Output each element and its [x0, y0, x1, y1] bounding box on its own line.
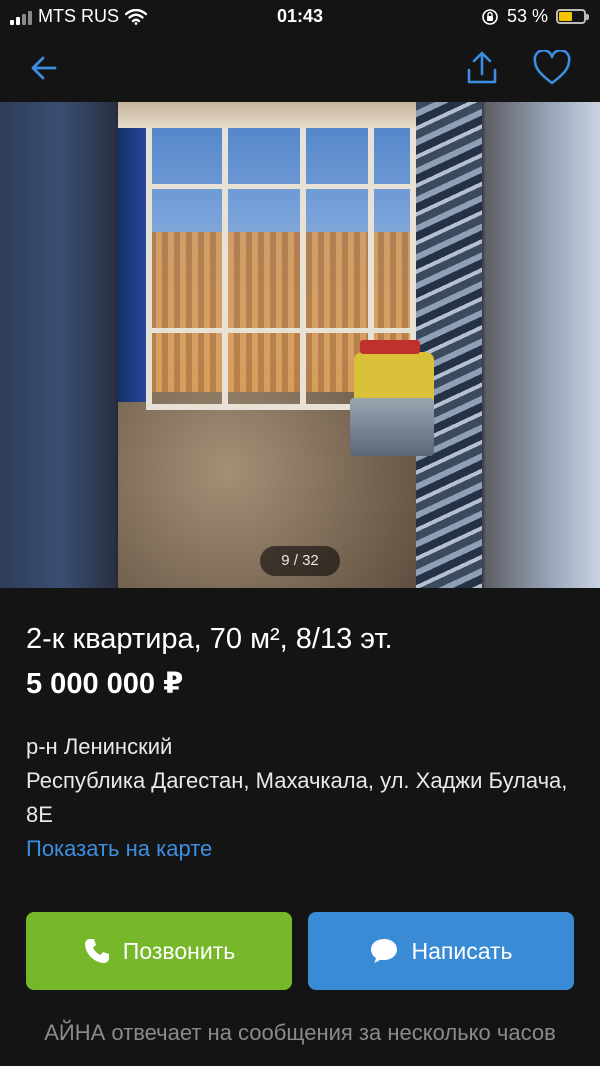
photo-counter: 9 / 32: [260, 546, 340, 576]
phone-icon: [84, 939, 109, 963]
back-button[interactable]: [24, 48, 64, 88]
status-right: 53 %: [481, 6, 589, 27]
listing-district: р-н Ленинский: [26, 734, 173, 759]
listing-price: 5 000 000 ₽: [26, 668, 184, 700]
favorite-button[interactable]: [532, 48, 572, 88]
listing-info: 2-к квартира, 70 м², 8/13 эт. 5 000 000 …: [26, 620, 586, 866]
show-on-map-link[interactable]: Показать на карте: [26, 832, 586, 866]
listing-address: Республика Дагестан, Махачкала, ул. Хадж…: [26, 768, 568, 827]
photo-left-wall: [118, 102, 146, 402]
share-icon: [467, 51, 497, 84]
battery-percent: 53 %: [506, 6, 548, 26]
photo-box: [350, 398, 434, 456]
photo-gallery[interactable]: 9 / 32: [0, 102, 600, 588]
chat-bubble-icon: [371, 939, 398, 963]
write-button[interactable]: Написать: [308, 912, 574, 990]
share-button[interactable]: [462, 48, 502, 88]
battery-icon: [556, 9, 589, 24]
arrow-left-icon: [31, 56, 57, 80]
call-button[interactable]: Позвонить: [26, 912, 292, 990]
write-button-label: Написать: [411, 937, 513, 964]
battery-fill: [559, 12, 572, 21]
nav-bar: [0, 34, 600, 100]
status-bar: MTS RUS 01:43 53 %: [0, 0, 600, 34]
listing-photo[interactable]: [118, 102, 482, 588]
call-button-label: Позвонить: [122, 937, 236, 964]
response-time-note: АЙНА отвечает на сообщения за несколько …: [44, 1020, 556, 1045]
heart-icon: [533, 50, 571, 85]
photo-right-wall: [416, 102, 482, 588]
listing-title: 2-к квартира, 70 м², 8/13 эт.: [26, 623, 393, 655]
orientation-lock-icon: [482, 8, 498, 25]
